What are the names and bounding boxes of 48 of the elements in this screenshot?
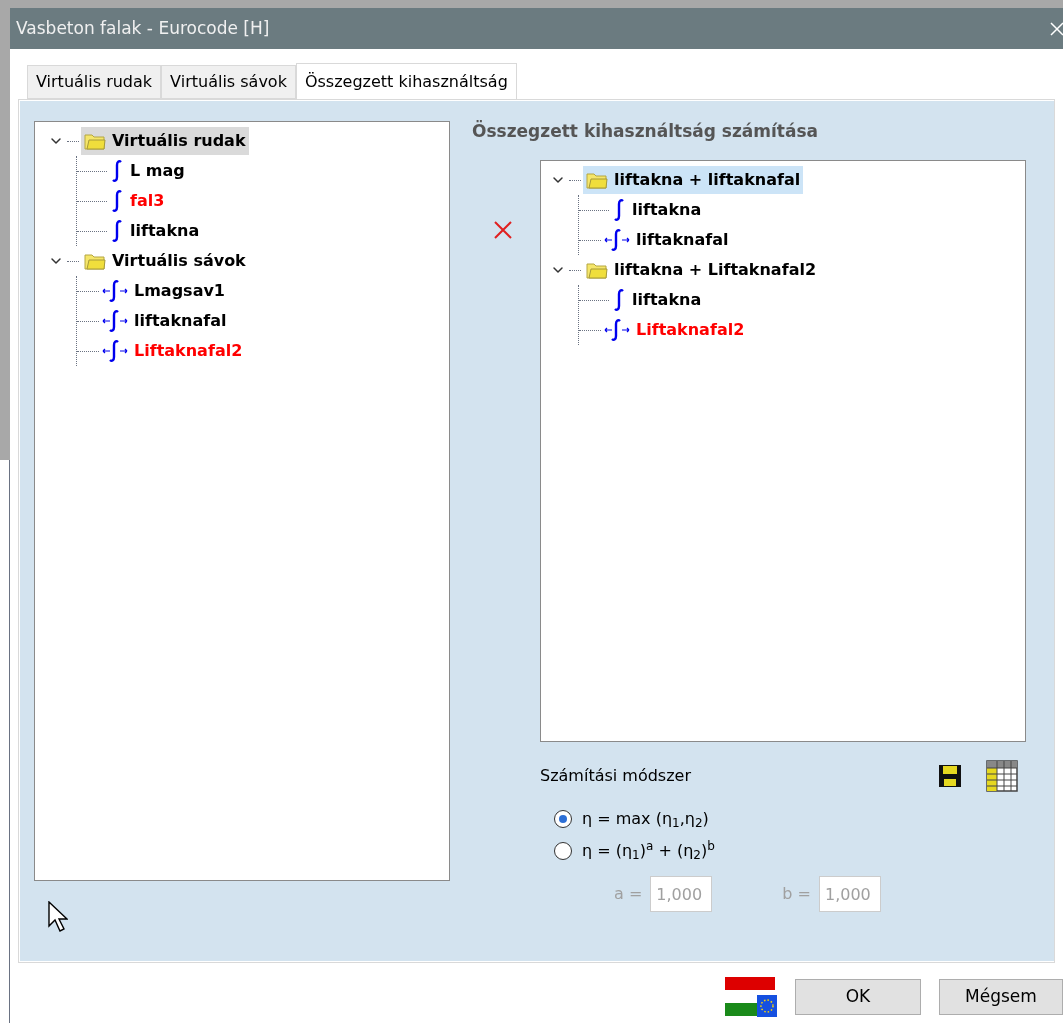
save-icon[interactable] [938,764,962,788]
tree-item[interactable]: Lmagsav1 [99,277,228,305]
radio-option[interactable]: η = (η$_{1}$)$^{a}$ + (η$_{2}$)$^{b}$ [554,838,1027,864]
tree-item[interactable]: Virtuális sávok [81,247,249,275]
tree-item[interactable]: fal3 [107,187,168,215]
radio-button[interactable] [554,810,572,828]
tab[interactable]: Virtuális sávok [161,65,296,99]
integral-arrows-icon [102,309,128,333]
integral-arrows-icon [102,279,128,303]
tree-item[interactable]: liftakna [107,217,203,245]
tab[interactable]: Virtuális rudak [27,65,162,99]
tree-item[interactable]: liftakna [609,286,705,314]
integral-arrows-icon [102,339,128,363]
tree-item[interactable]: liftakna [609,196,705,224]
close-icon[interactable] [1049,20,1063,37]
table-icon[interactable] [986,760,1018,792]
integral-icon [110,219,124,243]
section-label: Számítási módszer [540,765,692,787]
param-label: a = [614,883,643,905]
panel-title: Összegzett kihasználtság számítása [472,119,820,141]
dialog-button[interactable]: OK [795,979,921,1015]
tree-item[interactable]: Liftaknafal2 [99,337,246,365]
flag-icon [725,977,777,1017]
dialog-button[interactable]: Mégsem [939,979,1063,1015]
tree-item[interactable]: Virtuális rudak [81,127,249,155]
tree-item[interactable]: Liftaknafal2 [601,316,748,344]
tree-item[interactable]: liftaknafal [99,307,230,335]
folder-icon [586,171,608,189]
tree-item[interactable]: liftaknafal [601,226,732,254]
tree-item[interactable]: L mag [107,157,188,185]
integral-icon [612,198,626,222]
integral-icon [110,189,124,213]
folder-icon [84,252,106,270]
tree-item[interactable]: liftakna + Liftaknafal2 [583,256,820,284]
integral-icon [110,159,124,183]
integral-icon [612,288,626,312]
tree-item[interactable]: liftakna + liftaknafal [583,166,804,194]
param-label: b = [782,883,811,905]
radio-button[interactable] [554,842,572,860]
tab[interactable]: Összegzett kihasználtság [295,63,517,100]
window-title: Vasbeton falak - Eurocode [H] [16,16,270,40]
folder-icon [586,261,608,279]
folder-icon [84,132,106,150]
integral-arrows-icon [604,318,630,342]
radio-option[interactable]: η = max (η$_{1}$,η$_{2}$) [554,806,1027,832]
integral-arrows-icon [604,228,630,252]
cursor-icon [48,901,68,933]
remove-icon[interactable] [493,220,513,240]
